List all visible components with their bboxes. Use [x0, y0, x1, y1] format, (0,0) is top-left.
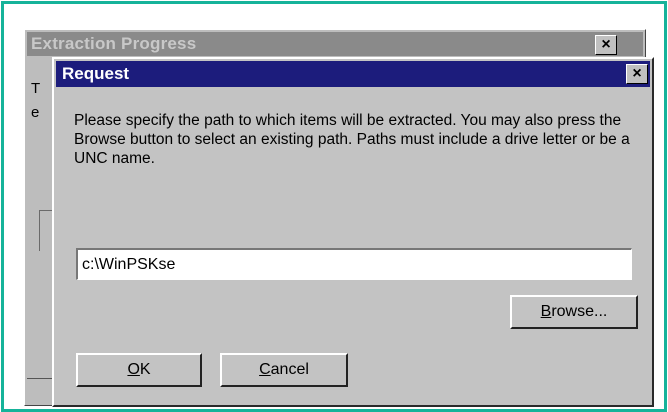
ok-mnemonic: O	[127, 361, 140, 378]
ok-button[interactable]: OK	[76, 353, 202, 387]
instruction-message: Please specify the path to which items w…	[74, 112, 630, 167]
browse-button[interactable]: Browse...	[510, 295, 638, 329]
browse-mnemonic: B	[540, 303, 552, 320]
path-input[interactable]	[76, 248, 632, 280]
extraction-progress-title: Extraction Progress	[31, 34, 197, 53]
cancel-button[interactable]: Cancel	[220, 353, 348, 387]
background-field	[39, 210, 52, 251]
cancel-mnemonic: C	[259, 361, 271, 378]
browse-label-rest: rowse...	[551, 303, 608, 320]
cancel-label-rest: ancel	[270, 361, 309, 378]
partial-text-line-2: e	[31, 104, 40, 121]
ok-label-rest: K	[139, 361, 151, 378]
extraction-progress-titlebar: Extraction Progress ×	[27, 32, 643, 56]
request-dialog: Request × Please specify the path to whi…	[52, 57, 654, 407]
request-titlebar[interactable]: Request ×	[56, 61, 650, 87]
close-icon[interactable]: ×	[626, 64, 648, 84]
dialog-title: Request	[62, 64, 130, 83]
close-icon[interactable]: ×	[595, 35, 617, 55]
partial-text-line-1: T	[31, 80, 41, 97]
